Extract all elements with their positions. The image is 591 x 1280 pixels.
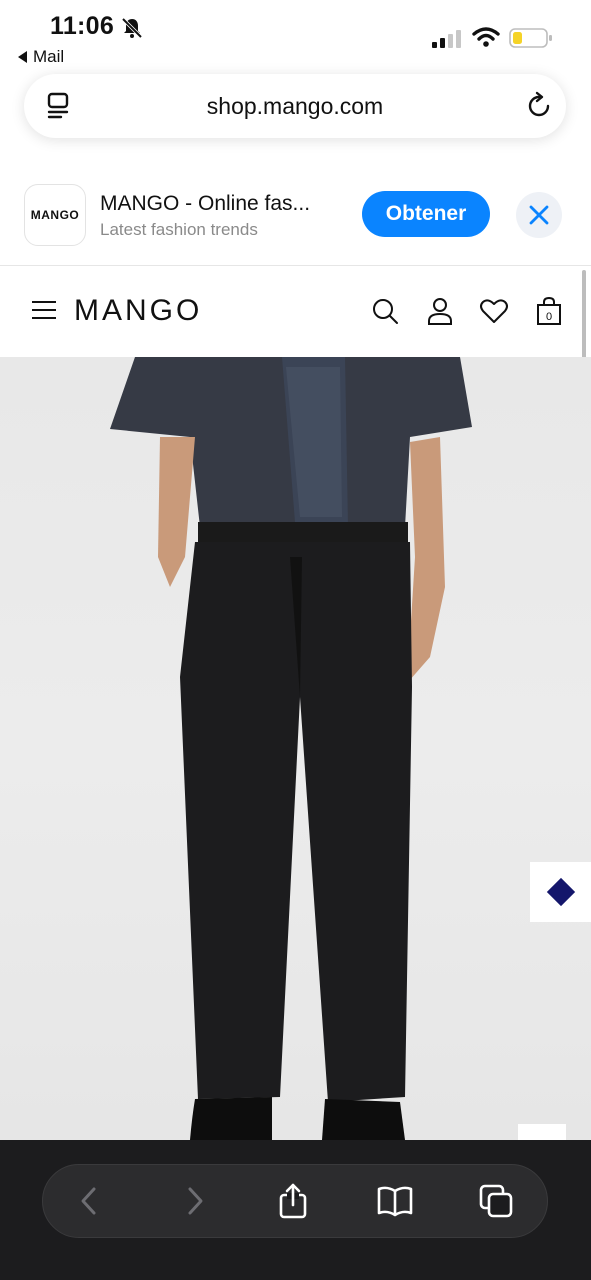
back-triangle-icon: [18, 51, 27, 63]
bag-icon: 0: [537, 296, 561, 325]
floating-tab[interactable]: [518, 1124, 566, 1140]
signal-icon: [432, 30, 461, 48]
share-icon[interactable]: [275, 1183, 311, 1219]
app-title: MANGO - Online fas...: [100, 192, 311, 215]
bell-slash-icon: [121, 17, 143, 39]
status-time: 11:06: [50, 12, 115, 40]
get-app-button[interactable]: Obtener: [362, 191, 490, 237]
url-text[interactable]: shop.mango.com: [24, 93, 566, 120]
forward-icon[interactable]: [176, 1183, 212, 1219]
account-icon[interactable]: [425, 296, 455, 326]
back-app-label: Mail: [33, 47, 65, 66]
address-bar[interactable]: shop.mango.com: [24, 74, 566, 138]
search-icon[interactable]: [370, 296, 400, 326]
banner-close-button[interactable]: [516, 192, 562, 238]
bookmarks-icon[interactable]: [377, 1183, 413, 1219]
product-photo[interactable]: [0, 357, 591, 1140]
status-bar: 11:06 Mail: [0, 0, 591, 72]
bag-count: 0: [546, 311, 552, 323]
site-logo[interactable]: MANGO: [74, 294, 202, 328]
heart-icon[interactable]: [479, 296, 509, 326]
back-to-mail-link[interactable]: Mail: [18, 47, 64, 67]
browser-toolbar: [0, 1140, 591, 1280]
product-photo-illustration: [110, 357, 472, 1140]
app-icon[interactable]: MANGO: [24, 184, 86, 246]
diamond-icon: [546, 877, 575, 907]
app-subtitle: Latest fashion trends: [100, 220, 258, 239]
smart-app-banner: MANGO MANGO - Online fas... Latest fashi…: [0, 168, 591, 266]
close-icon: [529, 205, 549, 225]
app-icon-text: MANGO: [30, 208, 80, 222]
wifi-icon: [472, 27, 500, 47]
site-header: MANGO 0: [0, 267, 591, 357]
tabs-icon[interactable]: [478, 1183, 514, 1219]
menu-icon[interactable]: [32, 301, 56, 321]
back-icon[interactable]: [72, 1183, 108, 1219]
reload-icon[interactable]: [524, 91, 554, 121]
floating-widget-button[interactable]: [530, 862, 591, 922]
bag-button[interactable]: 0: [534, 296, 564, 326]
battery-icon: [509, 28, 552, 48]
